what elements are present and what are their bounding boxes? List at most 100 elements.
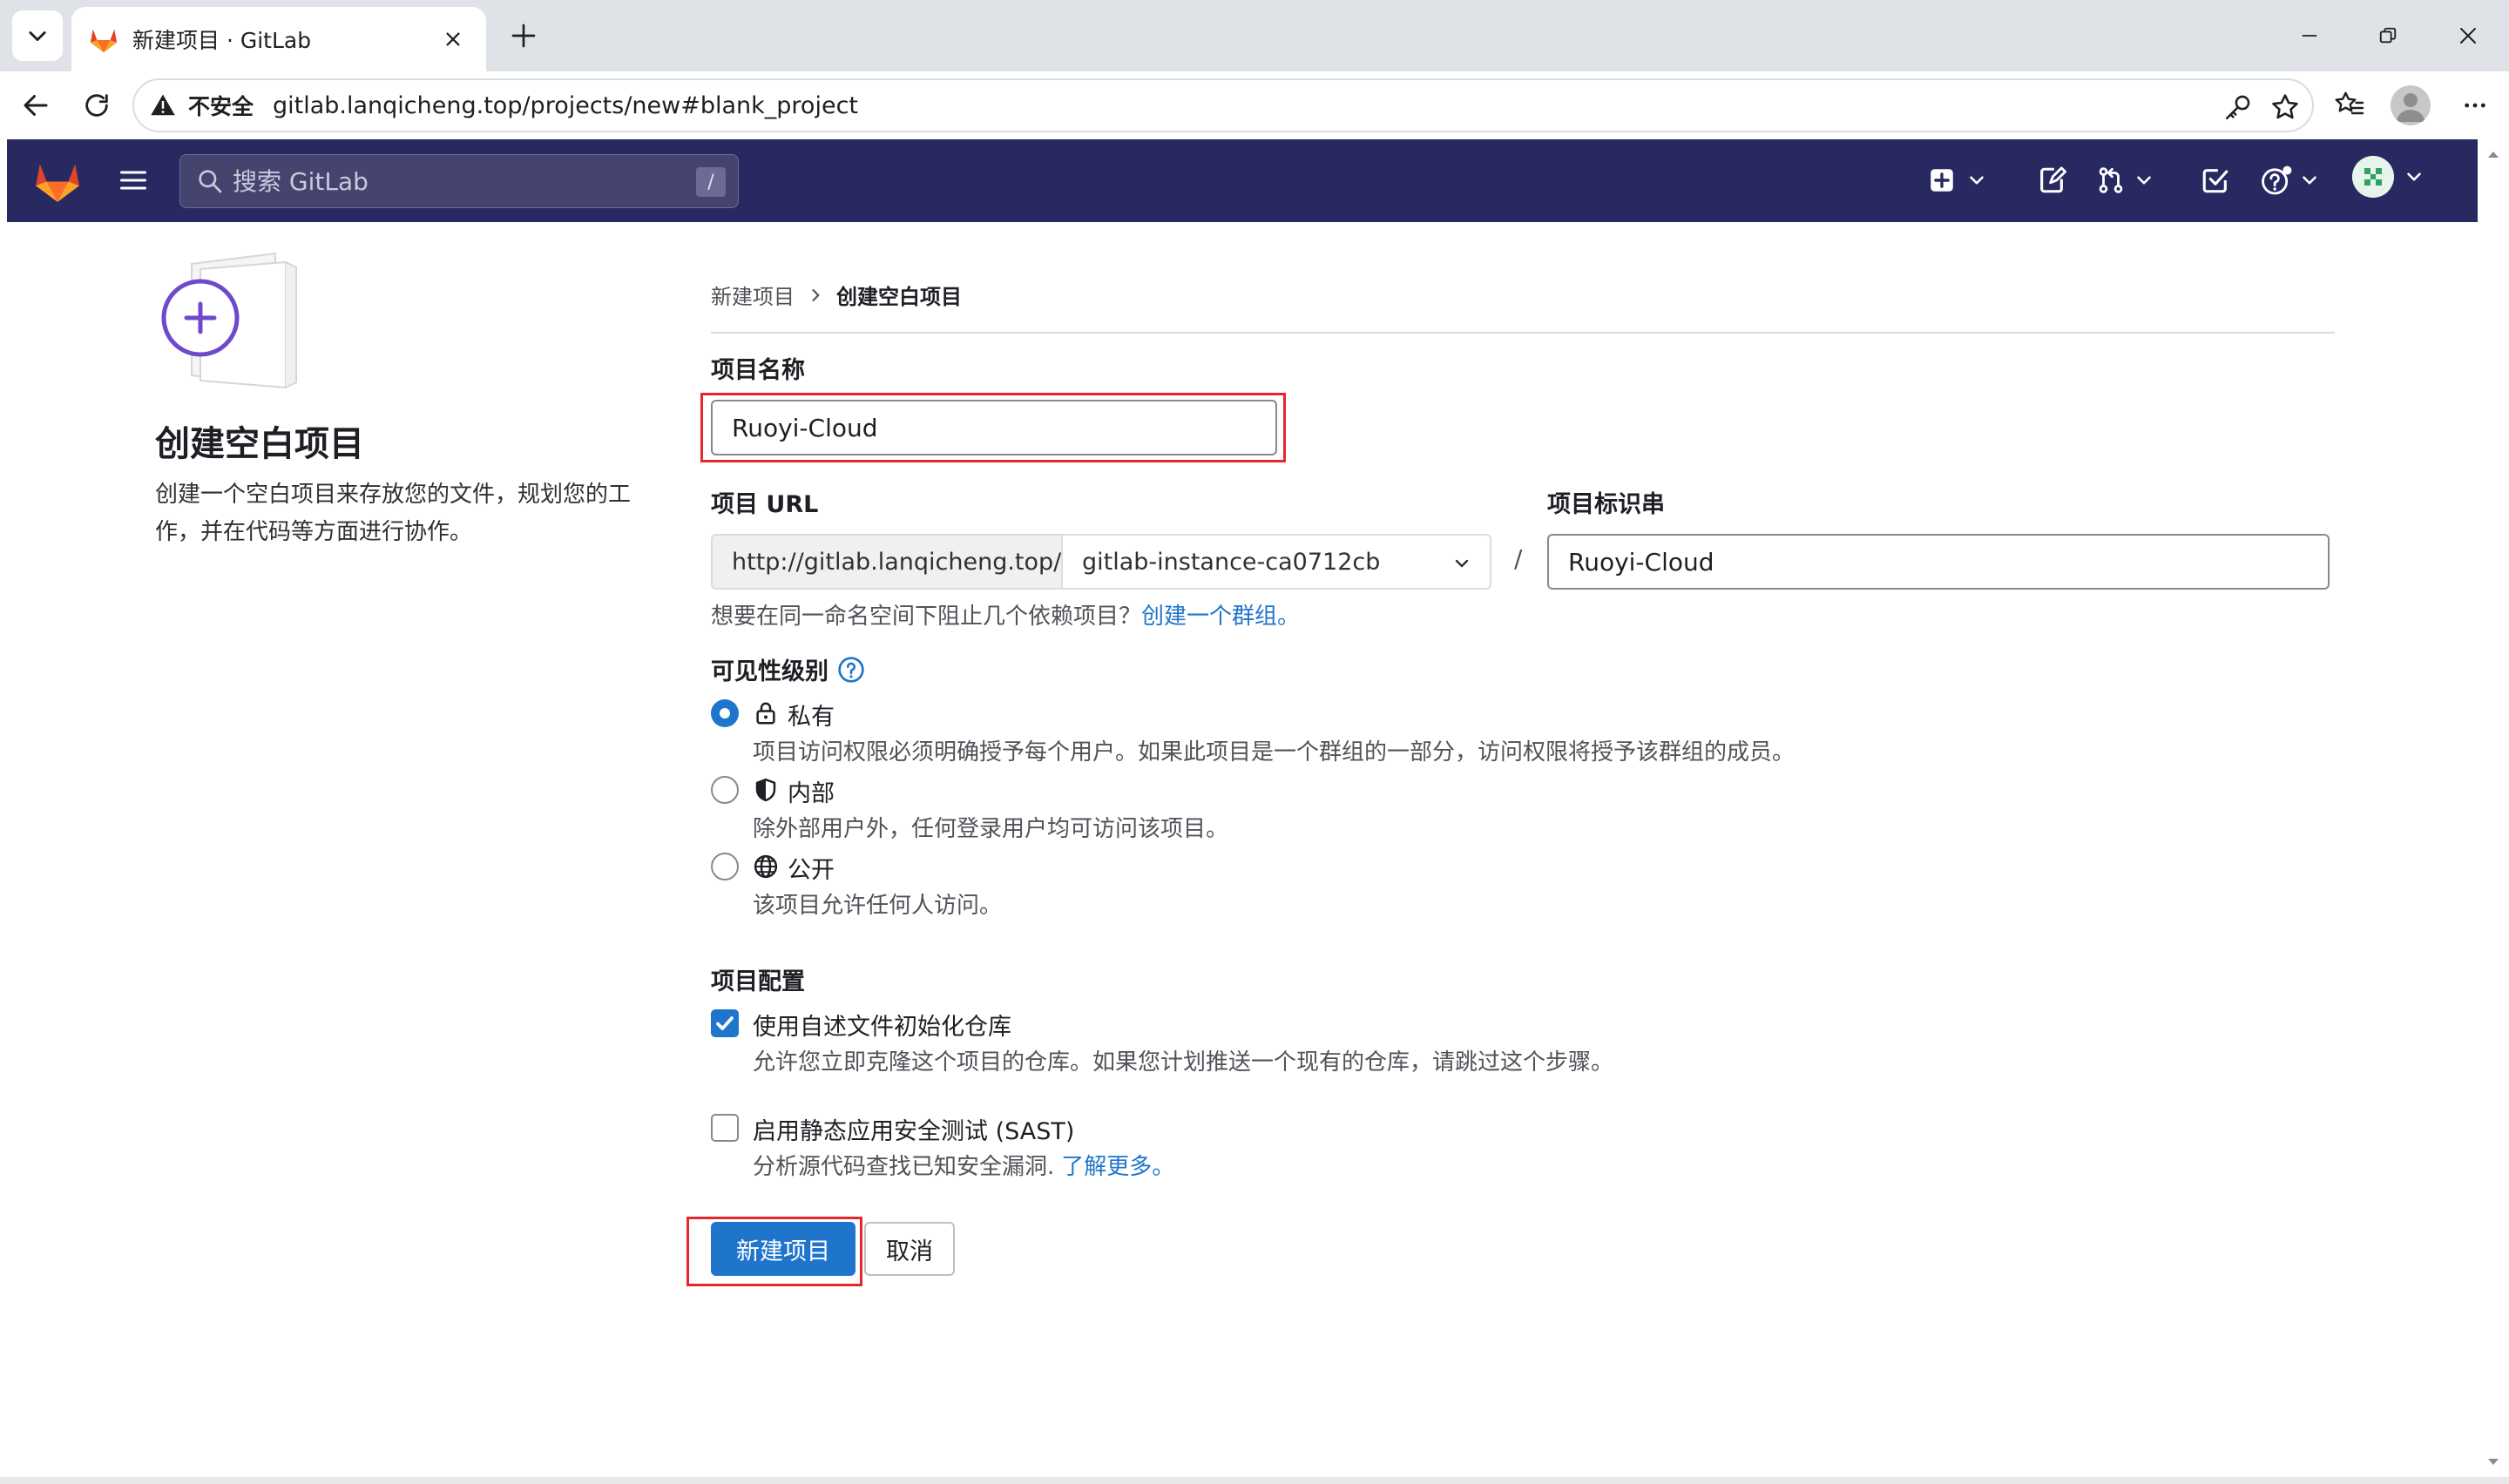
sast-label: 启用静态应用安全测试 (SAST) — [753, 1118, 1075, 1145]
visibility-label-text: 可见性级别 — [711, 658, 828, 685]
user-menu-button[interactable] — [2352, 156, 2425, 198]
user-icon — [2397, 93, 2424, 122]
highlight-create-button — [686, 1217, 862, 1286]
close-window-button[interactable] — [2446, 14, 2490, 57]
browser-tab-strip: 新建项目 · GitLab — [0, 0, 2509, 71]
gitlab-logo-icon[interactable] — [33, 157, 82, 204]
page-description: 创建一个空白项目来存放您的文件，规划您的工作，并在代码等方面进行协作。 — [155, 482, 632, 545]
shield-icon — [755, 778, 776, 802]
page-scrollbar[interactable] — [2478, 139, 2509, 1484]
breadcrumb-divider — [711, 332, 2335, 334]
reload-icon — [85, 94, 108, 117]
namespace-select[interactable]: gitlab-instance-ca0712cb — [1061, 534, 1491, 590]
visibility-label: 可见性级别 — [711, 652, 865, 686]
issues-icon — [2040, 166, 2066, 193]
url-text[interactable]: gitlab.lanqicheng.top/projects/new#blank… — [273, 92, 858, 119]
help-button[interactable] — [2260, 162, 2321, 199]
issues-button[interactable] — [2037, 162, 2066, 199]
project-slug-input[interactable]: Ruoyi-Cloud — [1547, 534, 2330, 590]
browser-menu-button[interactable] — [2453, 84, 2497, 127]
search-icon — [199, 170, 222, 193]
profile-avatar — [2391, 85, 2431, 125]
search-shortcut-hint: / — [696, 167, 726, 197]
init-readme-desc: 允许您立即克隆这个项目的仓库。如果您计划推送一个现有的仓库，请跳过这个步骤。 — [753, 1049, 1614, 1076]
bookmark-star-button[interactable] — [2270, 92, 2300, 122]
new-tab-button[interactable] — [504, 16, 544, 56]
visibility-internal-radio[interactable] — [711, 776, 739, 804]
visibility-public-radio[interactable] — [711, 853, 739, 880]
reload-button[interactable] — [75, 84, 118, 127]
question-circle-icon[interactable] — [837, 656, 865, 684]
scroll-up-icon[interactable] — [2485, 146, 2502, 164]
earth-icon — [754, 854, 778, 879]
tab-title: 新建项目 · GitLab — [132, 28, 312, 53]
identicon-icon — [2352, 156, 2394, 198]
path-separator: / — [1514, 544, 1523, 573]
scroll-down-icon[interactable] — [2485, 1453, 2502, 1470]
sast-checkbox[interactable] — [711, 1114, 739, 1142]
user-avatar — [2352, 156, 2394, 198]
plus-square-icon — [1931, 169, 1953, 192]
favorites-button[interactable] — [2328, 84, 2371, 127]
chevron-down-icon — [2303, 176, 2316, 185]
address-bar[interactable]: 不安全 gitlab.lanqicheng.top/projects/new#b… — [132, 78, 2314, 132]
more-horizontal-icon — [2465, 103, 2485, 108]
insecure-label: 不安全 — [188, 94, 254, 119]
init-readme-label: 使用自述文件初始化仓库 — [753, 1014, 1011, 1041]
todo-check-icon — [2202, 169, 2228, 193]
visibility-private-desc: 项目访问权限必须明确授予每个用户。如果此项目是一个群组的一部分，访问权限将授予该… — [753, 739, 1796, 766]
tab-close-button[interactable] — [437, 24, 469, 55]
sast-desc: 分析源代码查找已知安全漏洞. — [753, 1154, 1055, 1180]
close-icon — [2460, 28, 2476, 44]
minimize-icon — [2302, 35, 2317, 37]
visibility-internal-label: 内部 — [788, 780, 835, 807]
gitlab-top-nav: / — [7, 139, 2478, 222]
create-group-link[interactable]: 创建一个群组。 — [1141, 604, 1300, 630]
profile-button[interactable] — [2389, 84, 2432, 127]
hamburger-icon — [120, 171, 146, 190]
tab-list-button[interactable] — [12, 10, 63, 61]
back-button[interactable] — [14, 84, 57, 127]
gitlab-search-bar[interactable]: / — [179, 154, 739, 208]
gitlab-favicon-icon — [90, 29, 118, 53]
visibility-private-label: 私有 — [788, 704, 835, 731]
arrow-left-icon — [24, 95, 48, 116]
learn-more-link[interactable]: 了解更多。 — [1061, 1154, 1174, 1180]
group-hint: 想要在同一命名空间下阻止几个依赖项目？创建一个群组。 — [711, 598, 1300, 631]
favorites-icon — [2335, 91, 2364, 115]
chevron-down-icon — [1455, 559, 1469, 568]
breadcrumb-new-project[interactable]: 新建项目 — [711, 280, 795, 310]
browser-toolbar: 不安全 gitlab.lanqicheng.top/projects/new#b… — [0, 71, 2509, 139]
plus-icon — [511, 24, 536, 48]
sast-desc-row: 分析源代码查找已知安全漏洞. 了解更多。 — [753, 1149, 1174, 1181]
project-url-label: 项目 URL — [711, 491, 819, 518]
warning-icon — [151, 94, 175, 116]
new-dropdown-button[interactable] — [1927, 162, 1988, 199]
visibility-public-desc: 该项目允许任何人访问。 — [753, 893, 1003, 919]
visibility-private-radio[interactable] — [711, 699, 739, 727]
check-icon — [716, 1016, 734, 1030]
password-key-button[interactable] — [2223, 92, 2253, 122]
star-icon — [2272, 94, 2298, 119]
chevron-down-icon — [2407, 172, 2421, 181]
blank-project-illustration — [161, 252, 297, 389]
chevron-down-icon — [2137, 176, 2151, 185]
browser-tab-active[interactable]: 新建项目 · GitLab — [71, 7, 486, 71]
breadcrumb-current: 创建空白项目 — [836, 285, 962, 309]
close-icon — [446, 32, 460, 46]
namespace-value: gitlab-instance-ca0712cb — [1082, 548, 1381, 576]
restore-button[interactable] — [2366, 14, 2410, 57]
project-name-label: 项目名称 — [711, 357, 805, 384]
merge-requests-button[interactable] — [2096, 162, 2155, 199]
todos-button[interactable] — [2201, 162, 2230, 199]
visibility-internal-desc: 除外部用户外，任何登录用户均可访问该项目。 — [753, 816, 1229, 842]
lock-icon — [756, 702, 775, 725]
minimize-button[interactable] — [2288, 14, 2331, 57]
chevron-down-icon — [29, 31, 46, 42]
new-project-page: 创建空白项目 创建一个空白项目来存放您的文件，规划您的工作，并在代码等方面进行协… — [7, 222, 2478, 1476]
chevron-right-icon — [807, 287, 824, 304]
gitlab-search-input[interactable] — [233, 166, 686, 196]
cancel-button[interactable]: 取消 — [864, 1222, 955, 1276]
init-readme-checkbox[interactable] — [711, 1009, 739, 1037]
main-menu-button[interactable] — [115, 162, 152, 199]
